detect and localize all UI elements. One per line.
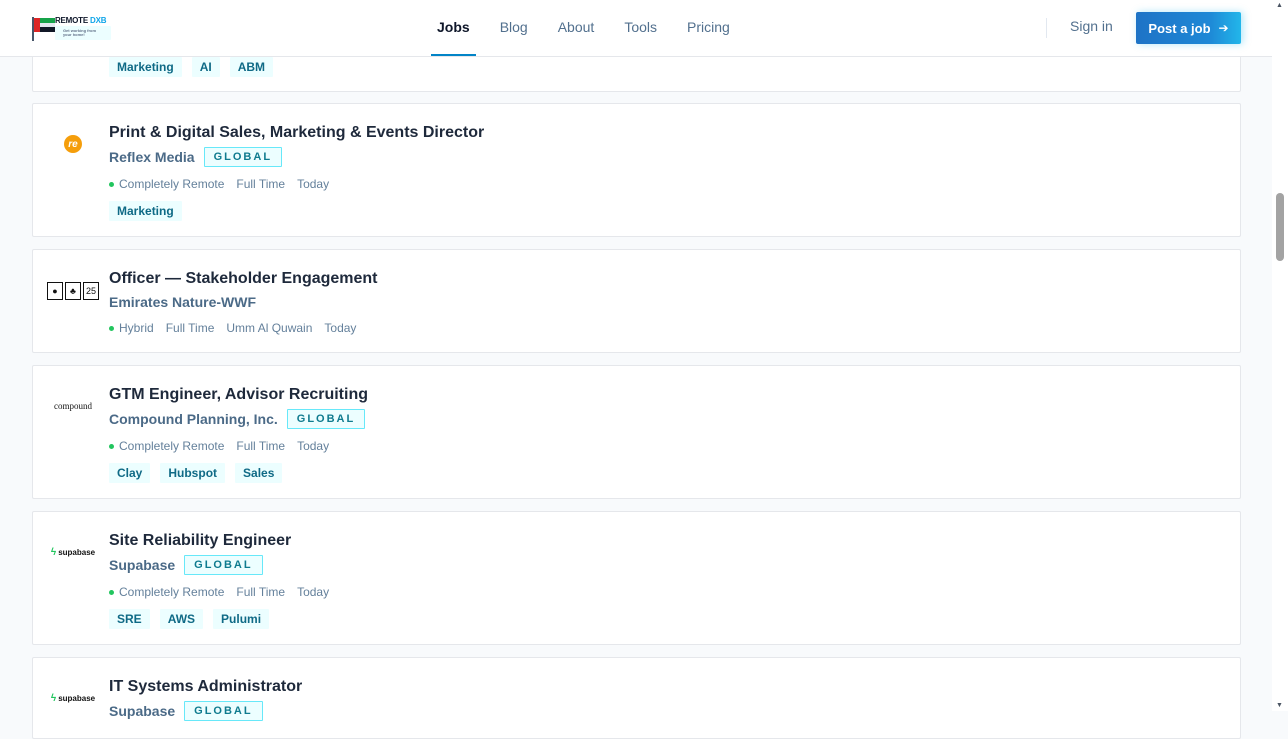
status-dot-icon <box>109 443 114 449</box>
tag-marketing[interactable]: Marketing <box>109 57 182 77</box>
job-tags: Marketing AI ABM <box>109 57 283 77</box>
company-row: Compound Planning, Inc. GLOBAL <box>109 409 366 429</box>
company-row: Reflex Media GLOBAL <box>109 147 283 167</box>
global-badge: GLOBAL <box>184 701 263 721</box>
company-logo: compound <box>49 396 97 416</box>
uae-flag-icon <box>31 17 55 41</box>
bolt-icon: ϟ <box>50 546 57 558</box>
main-nav: Jobs Blog About Tools Pricing <box>431 0 760 56</box>
tag-sre[interactable]: SRE <box>109 609 150 629</box>
post-job-label: Post a job <box>1148 20 1211 36</box>
posted-date: Today <box>297 439 330 453</box>
job-meta: Completely Remote Full Time Today <box>109 439 341 453</box>
job-card[interactable]: ● ♣ 25 Officer — Stakeholder Engagement Em… <box>32 249 1241 353</box>
job-card[interactable]: re Print & Digital Sales, Marketing & Ev… <box>32 103 1241 237</box>
scrollbar-thumb[interactable] <box>1276 193 1284 261</box>
company-name[interactable]: Supabase <box>109 703 175 719</box>
job-type: Full Time <box>236 585 286 599</box>
nav-item-about[interactable]: About <box>558 0 595 56</box>
reflex-media-logo: re <box>64 135 82 153</box>
tag-sales[interactable]: Sales <box>235 463 283 483</box>
job-card[interactable]: compound GTM Engineer, Advisor Recruitin… <box>32 365 1241 499</box>
scroll-down-arrow-icon[interactable]: ▼ <box>1276 702 1283 709</box>
tag-ai[interactable]: AI <box>191 57 220 77</box>
status-dot-icon <box>109 325 114 331</box>
supabase-logo: ϟ supabase <box>50 546 96 558</box>
job-meta: Completely Remote Full Time Today <box>109 177 341 191</box>
logo-name: REMOTE DXB <box>54 15 107 25</box>
job-type: Full Time <box>236 439 286 453</box>
company-logo: ● ♣ 25 <box>47 281 99 301</box>
company-logo: ϟ supabase <box>49 688 97 708</box>
global-badge: GLOBAL <box>184 555 263 575</box>
job-title[interactable]: GTM Engineer, Advisor Recruiting <box>109 386 368 404</box>
scroll-up-arrow-icon[interactable]: ▲ <box>1276 2 1283 9</box>
nav-item-blog[interactable]: Blog <box>500 0 528 56</box>
global-badge: GLOBAL <box>286 409 366 429</box>
job-tags: SRE AWS Pulumi <box>109 609 279 629</box>
posted-date: Today <box>324 321 357 335</box>
status-dot-icon <box>109 181 114 187</box>
job-tags: Marketing <box>109 201 192 221</box>
post-job-button[interactable]: Post a job ➔ <box>1136 12 1241 44</box>
job-type: Full Time <box>236 177 286 191</box>
job-meta: Completely Remote Full Time Today <box>109 585 341 599</box>
header-divider <box>1046 18 1047 38</box>
emirates-nature-wwf-logo: ● ♣ 25 <box>47 282 99 300</box>
work-mode: Hybrid <box>119 321 154 335</box>
job-card[interactable]: ϟ supabase IT Systems Administrator Supa… <box>32 657 1241 739</box>
job-tags: Clay Hubspot Sales <box>109 463 292 483</box>
job-type: Full Time <box>165 321 215 335</box>
site-logo[interactable]: REMOTE DXB Get working from your home! <box>31 15 121 41</box>
supabase-logo: ϟ supabase <box>50 692 96 704</box>
company-row: Emirates Nature-WWF <box>109 294 256 310</box>
nav-item-pricing[interactable]: Pricing <box>687 0 730 56</box>
job-meta: Hybrid Full Time Umm Al Quwain Today <box>109 321 368 335</box>
job-title[interactable]: Print & Digital Sales, Marketing & Event… <box>109 124 484 142</box>
posted-date: Today <box>297 177 330 191</box>
sign-in-link[interactable]: Sign in <box>1070 18 1113 34</box>
site-header: REMOTE DXB Get working from your home! J… <box>0 0 1272 57</box>
company-row: Supabase GLOBAL <box>109 555 263 575</box>
company-name[interactable]: Reflex Media <box>109 149 195 165</box>
logo-tagline: Get working from your home! <box>54 25 111 40</box>
job-title[interactable]: Site Reliability Engineer <box>109 532 291 550</box>
tag-clay[interactable]: Clay <box>109 463 151 483</box>
tag-marketing[interactable]: Marketing <box>109 201 182 221</box>
job-card[interactable]: ϟ supabase Site Reliability Engineer Sup… <box>32 511 1241 645</box>
work-mode: Completely Remote <box>119 439 225 453</box>
company-name[interactable]: Supabase <box>109 557 175 573</box>
company-row: Supabase GLOBAL <box>109 701 263 721</box>
compound-logo: compound <box>54 401 92 411</box>
page-scrollbar[interactable]: ▲ ▼ <box>1272 0 1288 711</box>
work-mode: Completely Remote <box>119 585 225 599</box>
job-location: Umm Al Quwain <box>226 321 313 335</box>
bolt-icon: ϟ <box>50 692 57 704</box>
company-logo: re <box>49 134 97 154</box>
tag-aws[interactable]: AWS <box>159 609 204 629</box>
tag-hubspot[interactable]: Hubspot <box>160 463 226 483</box>
nav-item-tools[interactable]: Tools <box>624 0 657 56</box>
job-title[interactable]: Officer — Stakeholder Engagement <box>109 270 378 288</box>
work-mode: Completely Remote <box>119 177 225 191</box>
job-title[interactable]: IT Systems Administrator <box>109 678 302 696</box>
nav-item-jobs[interactable]: Jobs <box>431 0 476 56</box>
global-badge: GLOBAL <box>203 147 283 167</box>
tag-pulumi[interactable]: Pulumi <box>213 609 270 629</box>
company-name[interactable]: Compound Planning, Inc. <box>109 411 278 427</box>
tag-abm[interactable]: ABM <box>229 57 274 77</box>
arrow-right-icon: ➔ <box>1218 21 1229 35</box>
status-dot-icon <box>109 589 114 595</box>
company-logo: ϟ supabase <box>49 542 97 562</box>
company-name[interactable]: Emirates Nature-WWF <box>109 294 256 310</box>
posted-date: Today <box>297 585 330 599</box>
